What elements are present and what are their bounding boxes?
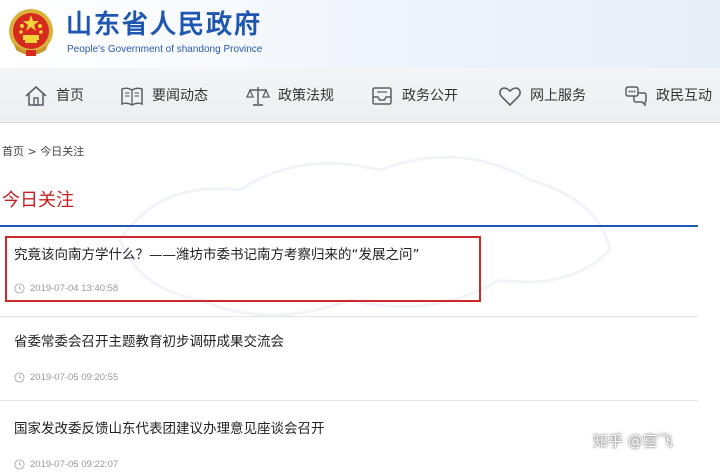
article-title-link[interactable]: 国家发改委反馈山东代表团建议办理意见座谈会召开 [14,417,325,437]
nav-item-gov-affairs[interactable]: 政务公开 [370,84,458,108]
nav-item-home[interactable]: 首页 [24,84,84,108]
inbox-icon [372,87,392,105]
section-title: 今日关注 [2,190,74,211]
breadcrumb: 首页 > 今日关注 [2,143,84,159]
heart-icon [499,87,521,107]
nav-item-interaction[interactable]: 政民互动 [624,84,712,108]
nav-item-label: 政策法规 [278,88,334,104]
site-subtitle: People's Government of shandong Province [67,44,263,55]
breadcrumb-current: 今日关注 [40,145,85,158]
nav-item-news[interactable]: 要闻动态 [120,84,208,108]
breadcrumb-separator: > [24,145,41,158]
clock-icon [14,459,25,470]
home-icon [25,85,47,106]
list-item: 省委常委会召开主题教育初步调研成果交流会 2019-07-05 09:20:55 [0,317,698,401]
nav-item-label: 首页 [56,88,84,104]
nav-item-label: 政民互动 [656,88,712,104]
scales-icon [246,87,270,106]
nav-item-online-service[interactable]: 网上服务 [498,84,586,108]
article-title-link[interactable]: 省委常委会召开主题教育初步调研成果交流会 [14,330,284,350]
nav-item-label: 要闻动态 [152,88,208,104]
national-emblem-icon[interactable] [6,6,56,58]
nav-item-label: 网上服务 [530,88,586,104]
nav-item-policy[interactable]: 政策法规 [246,84,334,108]
clock-icon [14,372,25,383]
site-header: 山东省人民政府 People's Government of shandong … [0,0,720,68]
breadcrumb-home[interactable]: 首页 [2,145,24,158]
main-nav: 首页 要闻动态 政策法规 政务公开 网上服务 政民互动 [0,68,720,123]
book-icon [121,87,143,106]
highlight-annotation-box [5,236,481,302]
article-time-text: 2019-07-05 09:20:55 [30,372,119,383]
zhihu-watermark: 知乎 @宫飞 [593,432,673,450]
site-title[interactable]: 山东省人民政府 [66,10,262,40]
chat-icon [625,86,647,107]
nav-item-label: 政务公开 [402,88,458,104]
article-time-text: 2019-07-05 09:22:07 [30,459,119,470]
article-time: 2019-07-05 09:22:07 [14,459,118,470]
article-time: 2019-07-05 09:20:55 [14,372,118,383]
